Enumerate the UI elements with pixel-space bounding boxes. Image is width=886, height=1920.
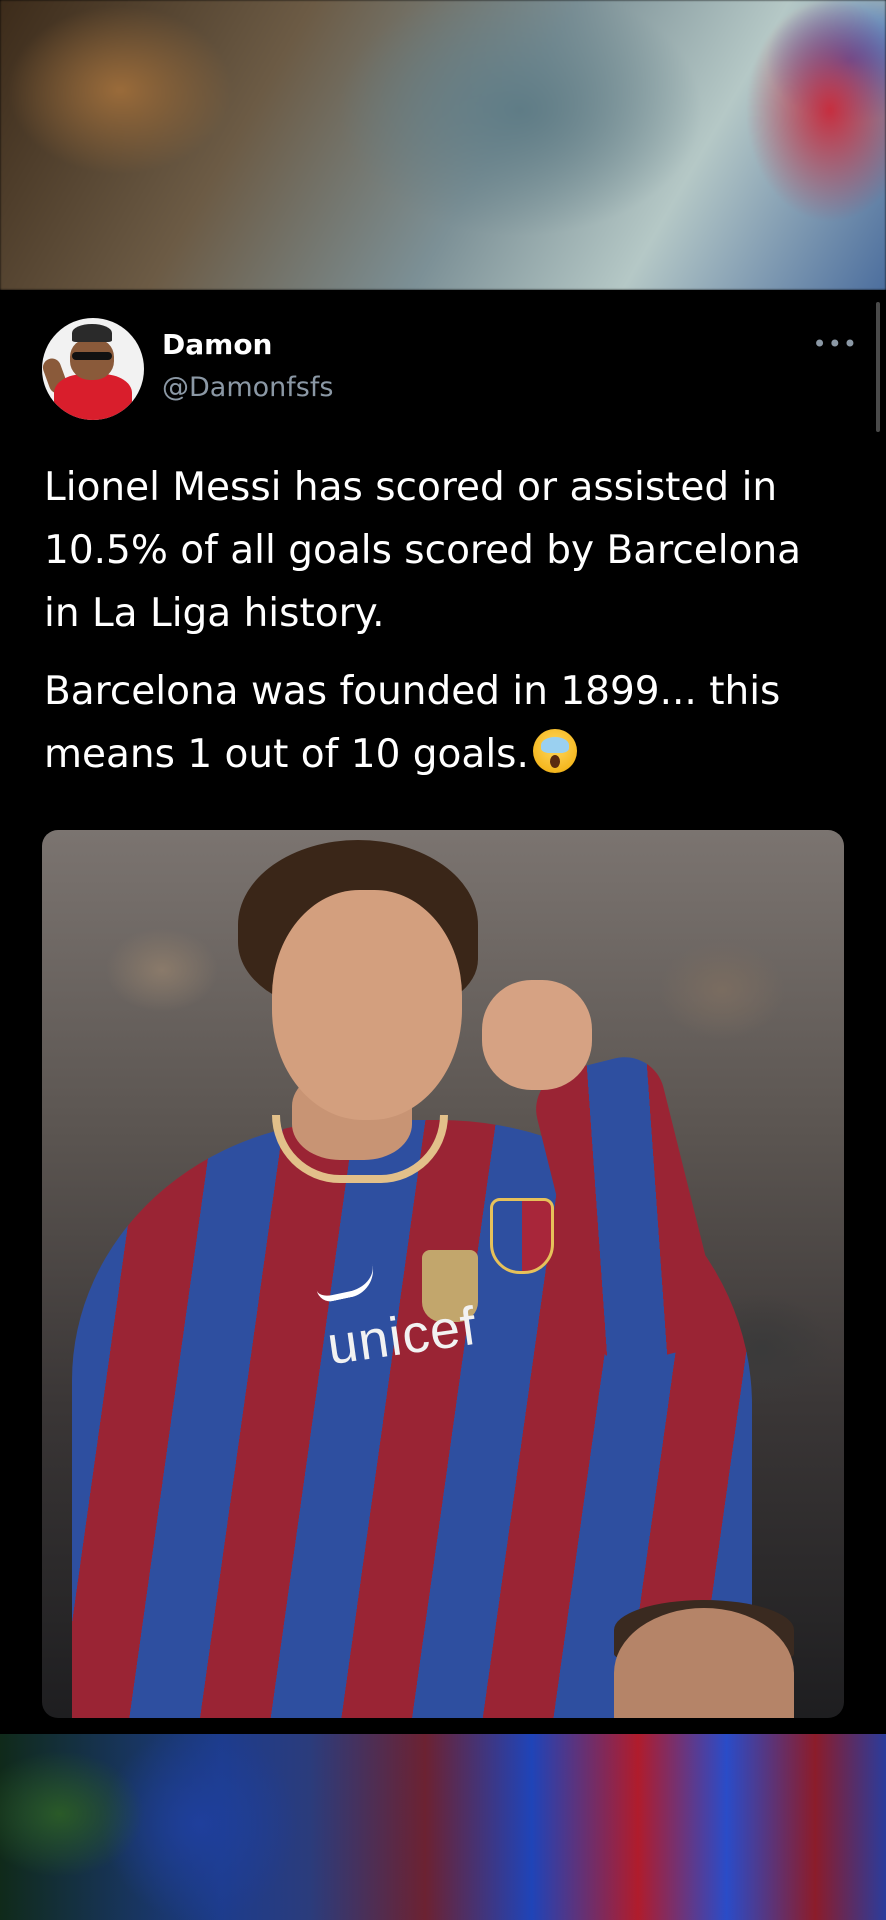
club-crest-icon — [490, 1198, 554, 1274]
tweet-text-1: Lionel Messi has scored or assisted in 1… — [44, 465, 802, 636]
scroll-indicator[interactable] — [876, 302, 880, 432]
background-video-bottom — [0, 1734, 886, 1920]
display-name[interactable]: Damon — [162, 328, 272, 361]
tweet-text-paragraph-1: Lionel Messi has scored or assisted in 1… — [44, 456, 844, 645]
avatar[interactable] — [42, 318, 144, 420]
screaming-face-emoji-icon — [532, 729, 577, 773]
tweet-card[interactable]: Damon @Damonfsfs ••• Lionel Messi has sc… — [0, 290, 886, 1734]
more-options-icon[interactable]: ••• — [813, 330, 858, 358]
tweet-text-2: Barcelona was founded in 1899... this me… — [44, 669, 781, 777]
background-video-top — [0, 0, 886, 290]
user-handle[interactable]: @Damonfsfs — [162, 372, 333, 403]
tweet-text-paragraph-2: Barcelona was founded in 1899... this me… — [44, 660, 844, 786]
tweet-photo[interactable]: unicef — [42, 830, 844, 1718]
